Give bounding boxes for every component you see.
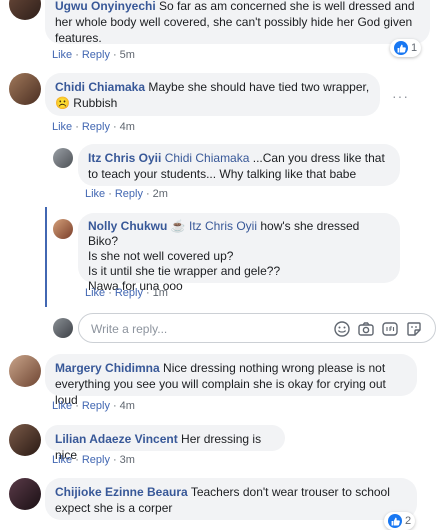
timestamp: 1m: [152, 287, 168, 299]
avatar[interactable]: [9, 478, 41, 510]
timestamp: 4m: [119, 400, 135, 412]
reaction-badge[interactable]: 2: [384, 512, 416, 530]
comment-author[interactable]: Chidi Chiamaka: [55, 80, 145, 94]
reply-link[interactable]: Reply: [82, 49, 110, 61]
reply-text-line: Is she not well covered up?: [88, 249, 234, 263]
timestamp: 4m: [119, 121, 135, 133]
more-options-icon[interactable]: ···: [392, 88, 409, 104]
reply-link[interactable]: Reply: [115, 287, 143, 299]
comment-author[interactable]: Ugwu Onyinyechi: [55, 0, 156, 13]
avatar[interactable]: [53, 148, 73, 168]
like-icon: [394, 41, 408, 55]
timestamp: 2m: [152, 188, 168, 200]
sticker-icon[interactable]: [405, 320, 423, 338]
reply-link[interactable]: Reply: [82, 121, 110, 133]
like-link[interactable]: Like: [52, 49, 72, 61]
mention-link[interactable]: Itz Chris Oyii: [189, 219, 257, 233]
avatar[interactable]: [9, 424, 41, 456]
reply-actions: Like · Reply · 2m: [85, 188, 168, 200]
reply-bubble: Itz Chris Oyii Chidi Chiamaka ...Can you…: [78, 144, 400, 186]
reply-actions: Like · Reply · 1m: [85, 287, 168, 299]
avatar[interactable]: [53, 219, 73, 239]
reply-text-line: Is it until she tie wrapper and gele??: [88, 264, 281, 278]
camera-icon[interactable]: [357, 320, 375, 338]
avatar: [53, 318, 73, 338]
mention-link[interactable]: Chidi Chiamaka: [165, 151, 250, 165]
reaction-count: 1: [411, 42, 418, 54]
reply-link[interactable]: Reply: [82, 400, 110, 412]
comment-bubble: Chidi Chiamaka Maybe she should have tie…: [45, 73, 380, 116]
reply-bubble: Nolly Chukwu ☕ Itz Chris Oyii how's she …: [78, 213, 400, 293]
reply-input[interactable]: [89, 319, 323, 339]
comment-actions: Like · Reply · 5m: [52, 49, 135, 61]
comment-bubble: Lilian Adaeze Vincent Her dressing is ni…: [45, 425, 285, 462]
reply-link[interactable]: Reply: [115, 188, 143, 200]
reply-author[interactable]: Nolly Chukwu: [88, 219, 167, 233]
comment-author[interactable]: Margery Chidimna: [55, 361, 160, 375]
comment-actions: Like · Reply · 3m: [52, 454, 135, 466]
timestamp: 5m: [119, 49, 135, 61]
coffee-icon: ☕: [170, 219, 186, 233]
comment-bubble: Margery Chidimna Nice dressing nothing w…: [45, 354, 417, 407]
reaction-count: 2: [405, 515, 412, 527]
comment-bubble: Chijioke Ezinne Beaura Teachers don't we…: [45, 478, 417, 520]
reaction-badge[interactable]: 1: [390, 39, 422, 57]
comment-actions: Like · Reply · 4m: [52, 121, 135, 133]
thread-highlight-bar: [45, 207, 47, 307]
gif-icon[interactable]: [381, 320, 399, 338]
timestamp: 3m: [119, 454, 135, 466]
reply-author[interactable]: Itz Chris Oyii: [88, 151, 161, 165]
avatar[interactable]: [9, 355, 41, 387]
like-link[interactable]: Like: [52, 454, 72, 466]
avatar[interactable]: [9, 0, 41, 20]
like-link[interactable]: Like: [52, 400, 72, 412]
like-link[interactable]: Like: [85, 287, 105, 299]
like-link[interactable]: Like: [52, 121, 72, 133]
comment-author[interactable]: Lilian Adaeze Vincent: [55, 432, 178, 446]
reply-link[interactable]: Reply: [82, 454, 110, 466]
comment-author[interactable]: Chijioke Ezinne Beaura: [55, 485, 188, 499]
comment-bubble: Ugwu Onyinyechi So far as am concerned s…: [45, 0, 430, 45]
like-link[interactable]: Like: [85, 188, 105, 200]
reply-input-box: [78, 313, 436, 343]
avatar[interactable]: [9, 73, 41, 105]
like-icon: [388, 514, 402, 528]
emoji-icon[interactable]: [333, 320, 351, 338]
comment-actions: Like · Reply · 4m: [52, 400, 135, 412]
